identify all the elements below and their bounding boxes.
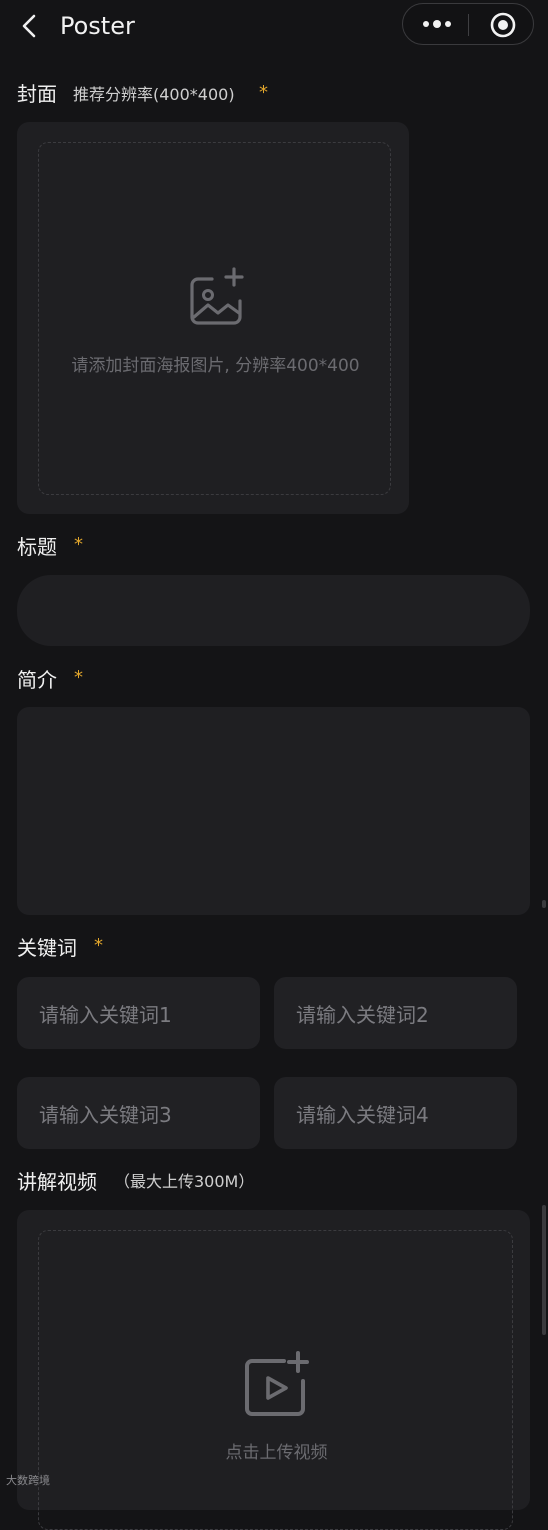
cover-upload-card[interactable]: 请添加封面海报图片, 分辨率400*400 [17, 122, 409, 514]
more-dots-icon [423, 20, 451, 28]
video-hint: （最大上传300M） [114, 1172, 255, 1191]
cover-upload-placeholder: 请添加封面海报图片, 分辨率400*400 [71, 356, 360, 376]
title-required-mark: * [74, 534, 83, 555]
cover-hint: 推荐分辨率(400*400) [73, 85, 235, 104]
back-button[interactable] [16, 12, 44, 40]
video-upload-area: 点击上传视频 [38, 1230, 513, 1530]
page-title: Poster [60, 12, 135, 40]
video-label: 讲解视频 [17, 1170, 97, 1194]
image-add-icon [190, 267, 244, 325]
keyword-input-2[interactable]: 请输入关键词2 [274, 977, 517, 1049]
keyword-input-3[interactable]: 请输入关键词3 [17, 1077, 260, 1149]
chevron-left-icon [22, 14, 36, 38]
keyword-input-1[interactable]: 请输入关键词1 [17, 977, 260, 1049]
keywords-label: 关键词 [17, 936, 77, 960]
intro-label: 简介 [17, 668, 57, 692]
cover-label: 封面 [17, 82, 57, 106]
cover-upload-area: 请添加封面海报图片, 分辨率400*400 [38, 142, 391, 495]
video-upload-text: 点击上传视频 [225, 1443, 328, 1463]
scrollbar-thumb-small[interactable] [542, 900, 546, 908]
video-add-icon [245, 1351, 309, 1416]
intro-textarea[interactable] [17, 707, 530, 915]
watermark: 大数跨境 [6, 1474, 50, 1487]
more-button[interactable] [421, 16, 453, 32]
title-input[interactable] [17, 575, 530, 646]
scrollbar-thumb[interactable] [542, 1205, 546, 1335]
intro-required-mark: * [74, 667, 83, 688]
keyword-input-4[interactable]: 请输入关键词4 [274, 1077, 517, 1149]
target-icon [490, 12, 516, 38]
capsule-divider [468, 14, 469, 36]
close-button[interactable] [490, 12, 516, 38]
cover-required-mark: * [259, 82, 268, 103]
keywords-required-mark: * [94, 935, 103, 956]
video-upload-card[interactable]: 点击上传视频 [17, 1210, 530, 1530]
mini-program-capsule [402, 3, 534, 45]
title-label: 标题 [17, 535, 57, 559]
